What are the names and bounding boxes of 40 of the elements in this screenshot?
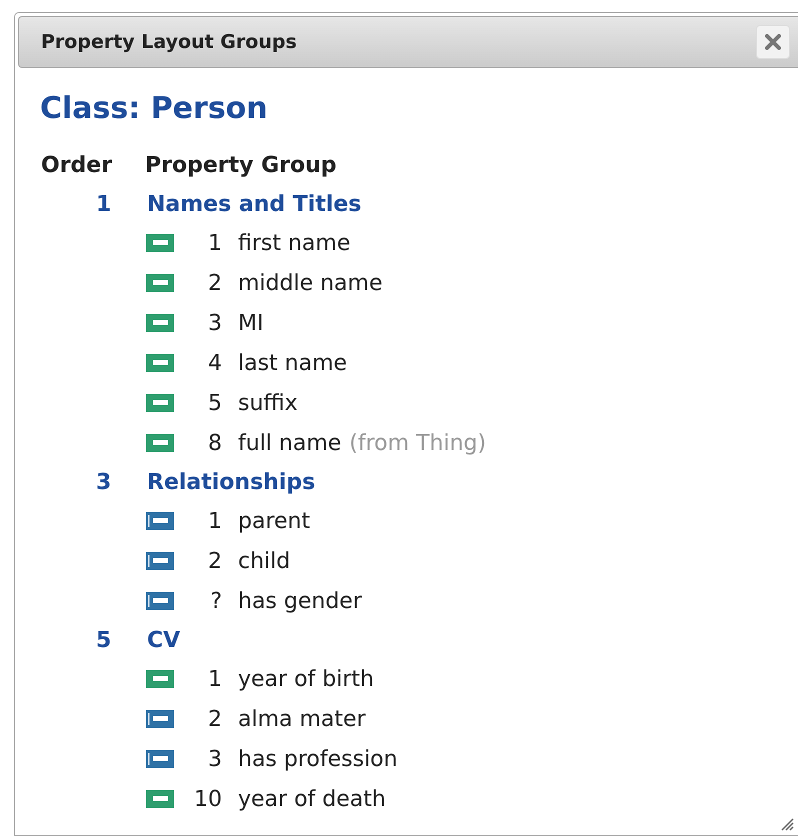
resize-grip-icon[interactable]: [780, 817, 794, 831]
property-order: 8: [207, 430, 223, 458]
class-heading: Class: Person: [40, 90, 269, 128]
property-order: ?: [209, 588, 223, 616]
property-name: year of death: [238, 786, 386, 814]
property-order: 2: [207, 270, 223, 298]
close-icon: [764, 33, 782, 51]
property-name: has gender: [238, 588, 362, 616]
property-name: middle name: [238, 270, 383, 298]
property-order: 5: [207, 390, 223, 418]
property-source: (from Thing): [349, 430, 486, 458]
group-order: 3: [96, 468, 112, 496]
column-header: Property Group: [145, 152, 337, 180]
property-order: 3: [207, 746, 223, 774]
property-name: year of birth: [238, 666, 374, 694]
group-name[interactable]: CV: [147, 624, 180, 656]
close-button[interactable]: [756, 25, 790, 59]
property-name: parent: [238, 508, 310, 536]
property-order: 2: [207, 706, 223, 734]
property-order: 2: [207, 548, 223, 576]
group-order: 5: [96, 626, 112, 654]
property-name: first name: [238, 230, 350, 258]
property-name: alma mater: [238, 706, 366, 734]
property-name: has profession: [238, 746, 398, 774]
column-header: Order: [41, 152, 114, 180]
property-name: MI: [238, 310, 264, 338]
group-order: 1: [96, 190, 112, 218]
property-order: 1: [207, 666, 223, 694]
property-name: last name: [238, 350, 348, 378]
property-name: child: [238, 548, 290, 576]
group-name[interactable]: Relationships: [147, 466, 316, 498]
property-order: 10: [193, 786, 223, 814]
property-order: 1: [207, 508, 223, 536]
property-order: 3: [207, 310, 223, 338]
property-name: suffix: [238, 390, 298, 418]
property-order: 4: [207, 350, 223, 378]
property-name: full name: [238, 430, 342, 458]
group-name[interactable]: Names and Titles: [147, 188, 362, 220]
property-order: 1: [207, 230, 223, 258]
dialog-title: Property Layout Groups: [41, 30, 297, 55]
